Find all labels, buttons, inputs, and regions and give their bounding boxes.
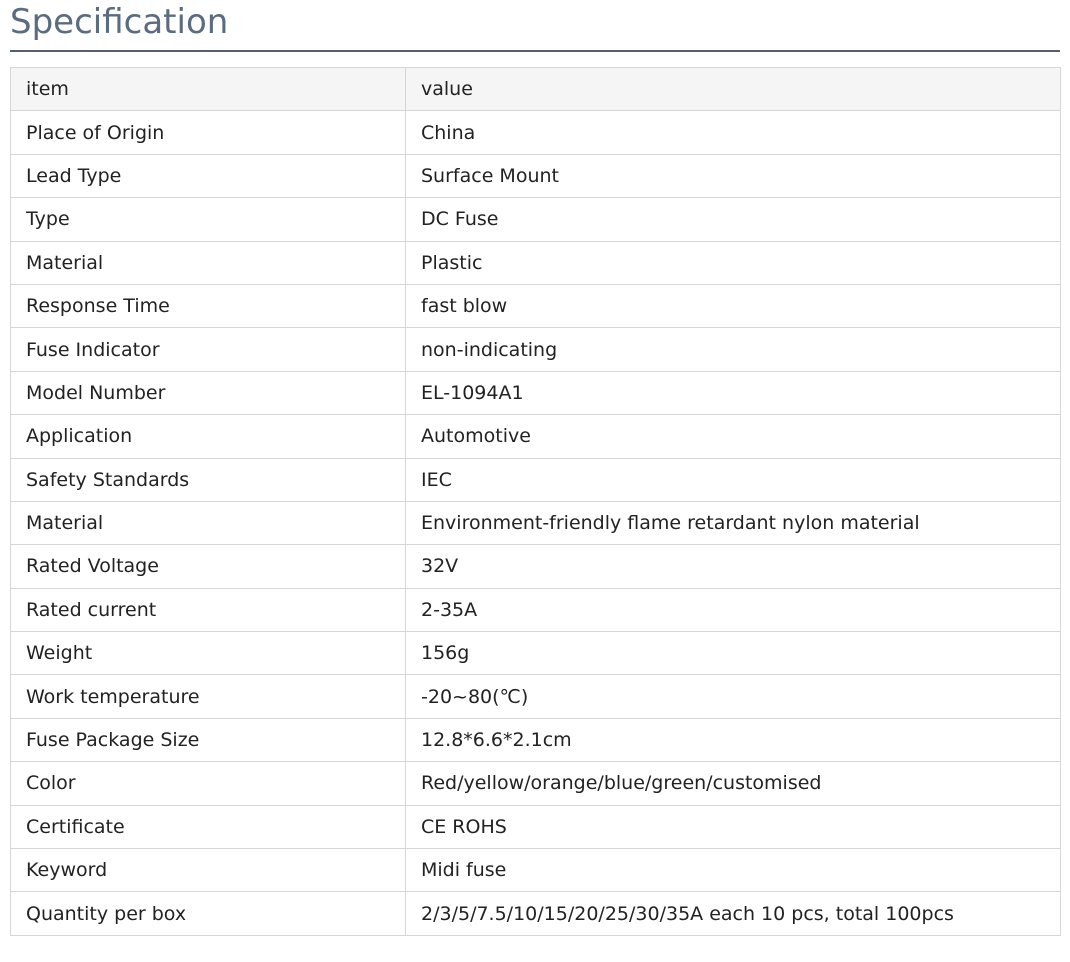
spec-item-cell: Weight [10,631,406,676]
spec-value-cell: EL-1094A1 [405,370,1061,416]
specification-table: item value Place of Origin China Lead Type… [10,66,1061,936]
spec-value-cell: China [405,110,1061,155]
table-row: Place of Origin China [10,110,1061,155]
spec-value-cell: -20~80(℃) [405,674,1061,719]
specification-heading: Specification [10,0,1060,52]
spec-value-cell: Red/yellow/orange/blue/green/customised [405,761,1061,806]
spec-item-cell: Application [10,414,406,459]
table-row: Safety Standards IEC [10,457,1061,502]
table-row: Color Red/yellow/orange/blue/green/custom… [10,761,1061,806]
spec-item-cell: Fuse Package Size [10,717,406,763]
table-row: Lead Type Surface Mount [10,153,1061,199]
spec-item-cell: Lead Type [10,153,406,199]
spec-item-cell: Rated current [10,587,406,633]
table-row: Type DC Fuse [10,197,1061,242]
column-header-value: value [405,66,1061,112]
spec-value-cell: IEC [405,457,1061,502]
spec-value-cell: Automotive [405,414,1061,459]
spec-item-cell: Work temperature [10,674,406,719]
table-row: Rated Voltage 32V [10,544,1061,589]
spec-item-cell: Rated Voltage [10,544,406,589]
page-title: Specification [10,2,229,42]
table-row: Keyword Midi fuse [10,848,1061,893]
spec-value-cell: Surface Mount [405,153,1061,199]
table-row: Model Number EL-1094A1 [10,370,1061,416]
spec-item-cell: Material [10,240,406,285]
table-header-row: item value [10,66,1061,112]
table-row: Certificate CE ROHS [10,804,1061,850]
spec-value-cell: CE ROHS [405,804,1061,850]
spec-item-cell: Quantity per box [10,891,406,936]
spec-item-cell: Response Time [10,283,406,329]
spec-value-cell: 12.8*6.6*2.1cm [405,717,1061,763]
spec-value-cell: DC Fuse [405,197,1061,242]
table-row: Weight 156g [10,631,1061,676]
table-row: Work temperature -20~80(℃) [10,674,1061,719]
table-row: Fuse Package Size 12.8*6.6*2.1cm [10,717,1061,763]
spec-item-cell: Keyword [10,848,406,893]
spec-item-cell: Safety Standards [10,457,406,502]
table-row: Rated current 2-35A [10,587,1061,633]
spec-value-cell: Midi fuse [405,848,1061,893]
spec-value-cell: 2/3/5/7.5/10/15/20/25/30/35A each 10 pcs… [405,891,1061,936]
spec-item-cell: Color [10,761,406,806]
table-row: Fuse Indicator non-indicating [10,327,1061,372]
spec-item-cell: Place of Origin [10,110,406,155]
spec-item-cell: Material [10,500,406,546]
table-row: Application Automotive [10,414,1061,459]
spec-value-cell: 32V [405,544,1061,589]
spec-value-cell: 156g [405,631,1061,676]
table-row: Material Environment-friendly flame retar… [10,500,1061,546]
spec-item-cell: Fuse Indicator [10,327,406,372]
spec-value-cell: Plastic [405,240,1061,285]
spec-item-cell: Certificate [10,804,406,850]
spec-value-cell: 2-35A [405,587,1061,633]
column-header-item: item [10,66,406,112]
table-row: Quantity per box 2/3/5/7.5/10/15/20/25/30… [10,891,1061,936]
specification-table-body: item value Place of Origin China Lead Type… [10,66,1061,936]
table-row: Material Plastic [10,240,1061,285]
spec-value-cell: Environment-friendly flame retardant nyl… [405,500,1061,546]
spec-value-cell: fast blow [405,283,1061,329]
spec-value-cell: non-indicating [405,327,1061,372]
spec-item-cell: Model Number [10,370,406,416]
table-row: Response Time fast blow [10,283,1061,329]
spec-item-cell: Type [10,197,406,242]
